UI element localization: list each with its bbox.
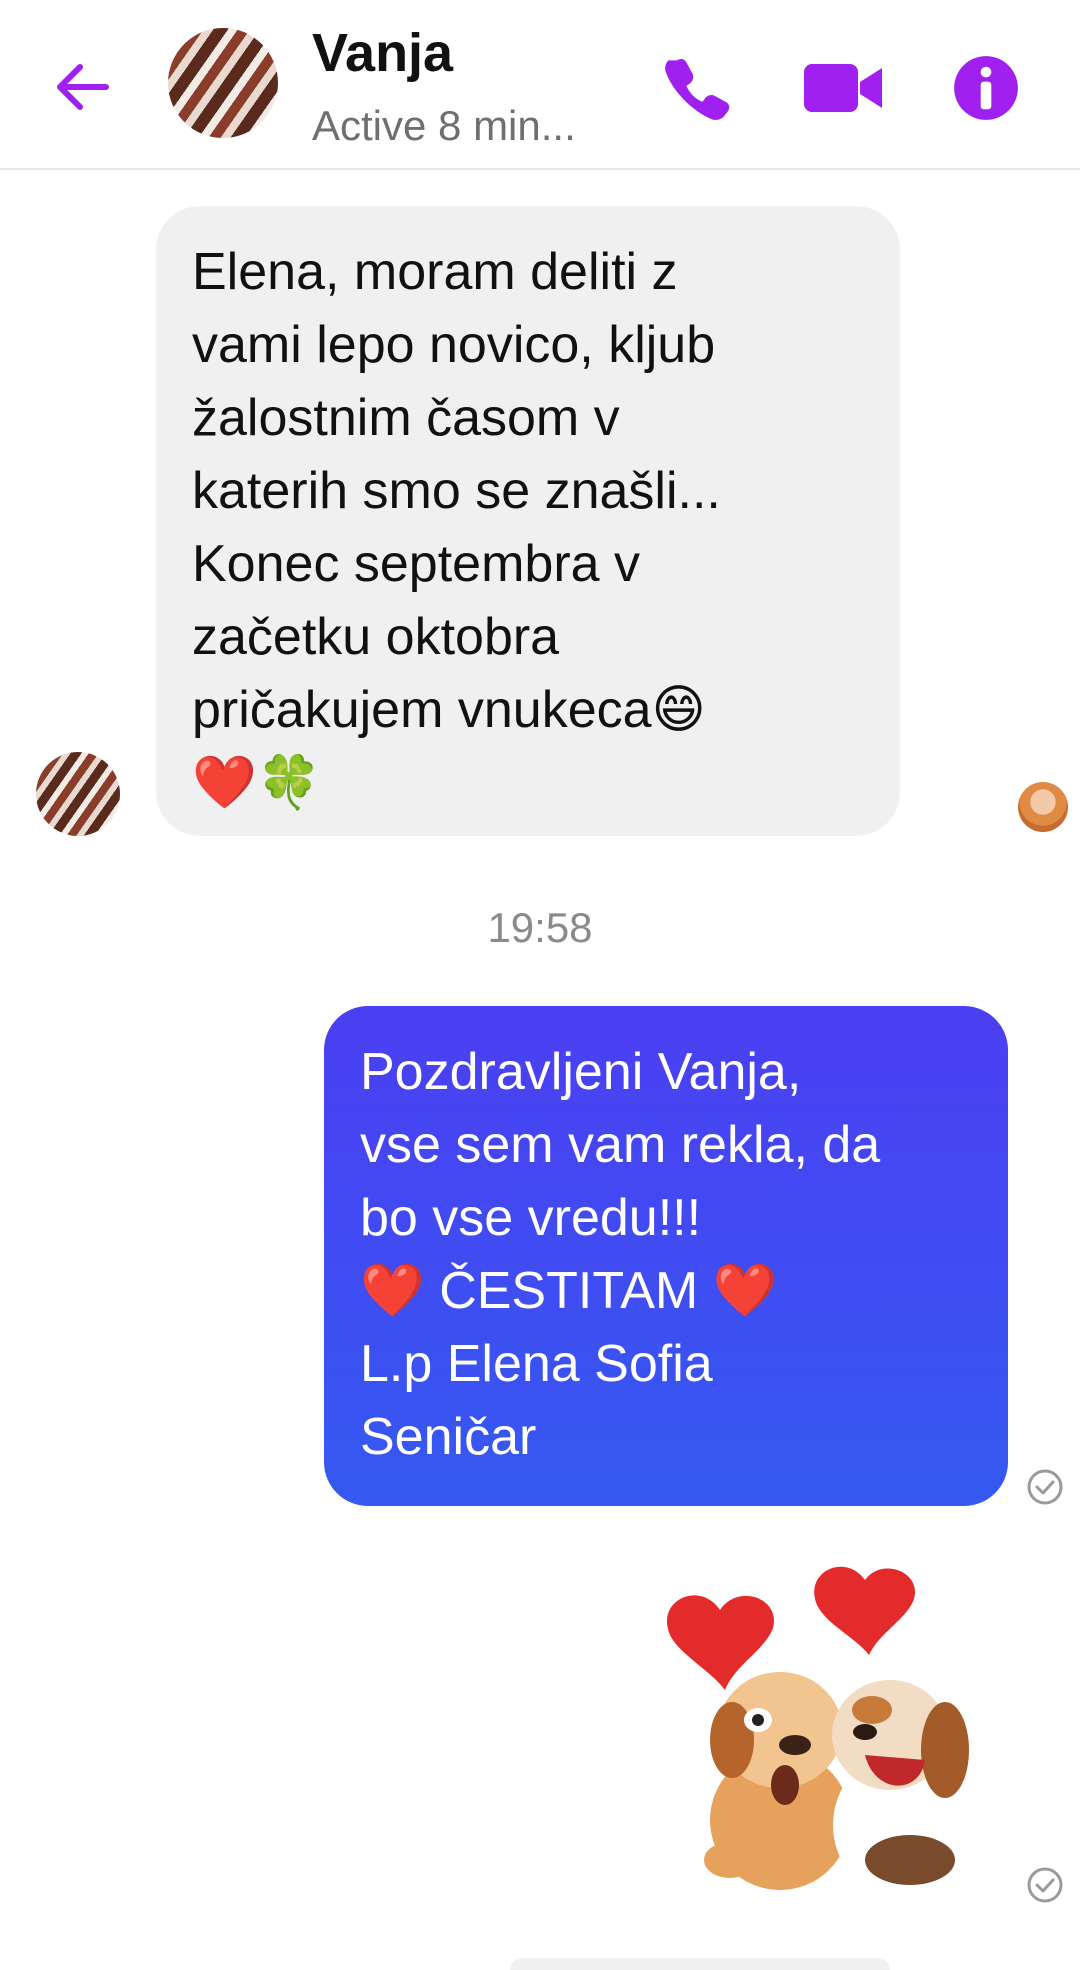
- outgoing-message[interactable]: Pozdravljeni Vanja, vse sem vam rekla, d…: [324, 1006, 1008, 1506]
- message-timestamp: 19:58: [487, 904, 593, 951]
- sender-avatar[interactable]: [36, 752, 120, 836]
- video-camera-icon[interactable]: [802, 54, 886, 122]
- sent-check-icon: [1027, 1469, 1063, 1505]
- hugging-puppies-hearts-sticker[interactable]: [660, 1560, 1020, 1900]
- arrow-left-icon[interactable]: [50, 55, 114, 119]
- incoming-message[interactable]: Elena, moram deliti z vami lepo novico, …: [156, 206, 900, 836]
- contact-status: Active 8 min...: [312, 102, 576, 149]
- sent-check-icon: [1027, 1867, 1063, 1903]
- phone-icon[interactable]: [662, 54, 730, 122]
- seen-indicator-avatar: [1018, 782, 1068, 832]
- contact-name[interactable]: Vanja: [312, 22, 453, 84]
- chat-header: Vanja Active 8 min...: [0, 0, 1080, 170]
- next-message-edge: [510, 1958, 890, 1970]
- info-icon[interactable]: [952, 54, 1020, 122]
- contact-avatar[interactable]: [168, 28, 278, 138]
